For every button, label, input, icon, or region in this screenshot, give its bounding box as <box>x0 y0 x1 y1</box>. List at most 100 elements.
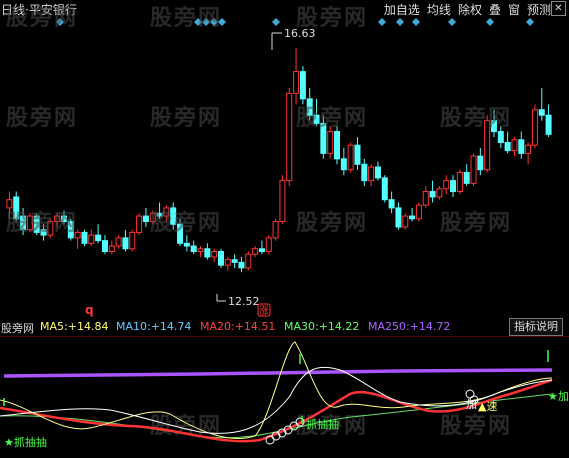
candle-body <box>279 180 286 223</box>
candle-body <box>422 191 429 206</box>
candle-body <box>354 144 361 165</box>
candle-body <box>327 131 334 154</box>
top-bar: 日线·平安银行 加自选 均线 除权 叠 窗 预测 ✕ <box>0 0 569 17</box>
low-annotation: 12.52 <box>216 294 260 308</box>
indicator-chart <box>0 336 569 445</box>
event-diamond <box>448 18 456 26</box>
price-chart: 16.63 12.52 q 涨 <box>6 18 552 317</box>
candle-body <box>183 242 190 247</box>
candle-body <box>81 231 88 244</box>
ma10-readout: MA10:+14.74 <box>116 320 191 333</box>
event-diamond <box>486 18 494 26</box>
candle-body <box>402 215 409 228</box>
candle-body <box>497 131 504 143</box>
low-price-label: 12.52 <box>228 295 260 308</box>
candle-body <box>361 163 368 182</box>
watermark: 股旁网 <box>296 106 369 131</box>
ring-markers <box>265 389 479 445</box>
candle-body <box>101 240 108 252</box>
ma250-line <box>3 368 553 378</box>
signal-add: 加 <box>466 398 477 411</box>
watermark: 股旁网 <box>6 6 79 31</box>
watermark: 股旁网 <box>150 211 223 236</box>
candle-body <box>368 166 375 182</box>
candle-body <box>258 248 265 252</box>
ma5-value: +14.84 <box>67 320 109 333</box>
signal-bottom-mid: 抓抽抽 <box>306 418 339 431</box>
signal-speed: ▲速 <box>478 400 498 413</box>
candle-body <box>129 231 136 250</box>
watermark: 股旁网 <box>150 6 223 31</box>
event-diamond <box>412 18 420 26</box>
watermark: 股旁网 <box>296 211 369 236</box>
candle-body <box>388 199 395 209</box>
indicator-name[interactable]: 股旁网 <box>1 320 34 336</box>
ma30-value: +14.22 <box>318 320 360 333</box>
indicator-help-button[interactable]: 指标说明 <box>509 318 563 336</box>
candle-body <box>443 180 450 190</box>
candle-body <box>108 245 115 252</box>
candle-body <box>293 71 300 94</box>
event-markers <box>56 18 534 26</box>
candle-body <box>231 259 238 263</box>
watermark: 股旁网 <box>296 6 369 31</box>
candle-body <box>436 188 443 198</box>
candle-body <box>265 237 272 252</box>
event-diamond <box>526 18 534 26</box>
indicator-header: 股旁网 MA5:+14.84 MA10:+14.74 MA20:+14.51 M… <box>0 318 569 336</box>
candle-body <box>122 237 129 250</box>
watermark: 股旁网 <box>440 106 513 131</box>
candle-body <box>334 131 341 160</box>
signal-bottom-left: ★抓抽抽 <box>4 436 47 449</box>
candle-body <box>477 155 484 171</box>
close-icon[interactable]: ✕ <box>551 1 566 16</box>
watermark: 股旁网 <box>6 211 79 236</box>
ma10-label: MA10: <box>116 320 151 333</box>
ma20-value: +14.51 <box>234 320 276 333</box>
candle-body <box>531 109 538 146</box>
ma10-value: +14.74 <box>150 320 192 333</box>
candle-body <box>340 158 347 171</box>
ma30-readout: MA30:+14.22 <box>284 320 359 333</box>
candle-body <box>142 215 149 223</box>
candle-body <box>115 237 122 247</box>
signal-right-add: ★加 <box>548 390 569 403</box>
candle-body <box>374 166 381 179</box>
candlesticks <box>6 48 552 273</box>
candle-body <box>88 234 95 244</box>
candle-body <box>450 180 457 193</box>
candle-body <box>286 92 293 182</box>
watermark: 股旁网 <box>150 106 223 131</box>
candle-body <box>381 177 388 201</box>
candle-body <box>95 234 102 242</box>
ma5-readout: MA5:+14.84 <box>40 320 108 333</box>
watermark: 股旁网 <box>6 106 79 131</box>
candle-body <box>504 141 511 152</box>
candle-body <box>511 139 518 152</box>
candle-body <box>525 144 532 154</box>
candle-body <box>415 204 422 220</box>
ma5-label: MA5: <box>40 320 68 333</box>
event-diamond <box>272 18 280 26</box>
watermark: 股旁网 <box>440 211 513 236</box>
candle-body <box>538 109 545 116</box>
candle-body <box>470 155 477 184</box>
candle-body <box>190 245 197 252</box>
candle-body <box>545 114 552 135</box>
candle-body <box>204 248 211 258</box>
event-diamond <box>378 18 386 26</box>
event-diamond <box>396 18 404 26</box>
ma250-readout: MA250:+14.72 <box>368 320 450 333</box>
candle-body <box>299 71 306 100</box>
candle-body <box>395 207 402 228</box>
candle-body <box>429 191 436 198</box>
candle-body <box>272 221 279 239</box>
zhang-marker: 涨 <box>259 305 269 317</box>
candle-body <box>463 171 470 184</box>
candle-body <box>518 139 525 154</box>
candle-body <box>347 144 354 171</box>
ma250-label: MA250: <box>368 320 410 333</box>
candle-body <box>224 259 231 266</box>
candle-body <box>252 248 259 255</box>
q-marker: q <box>85 303 94 317</box>
